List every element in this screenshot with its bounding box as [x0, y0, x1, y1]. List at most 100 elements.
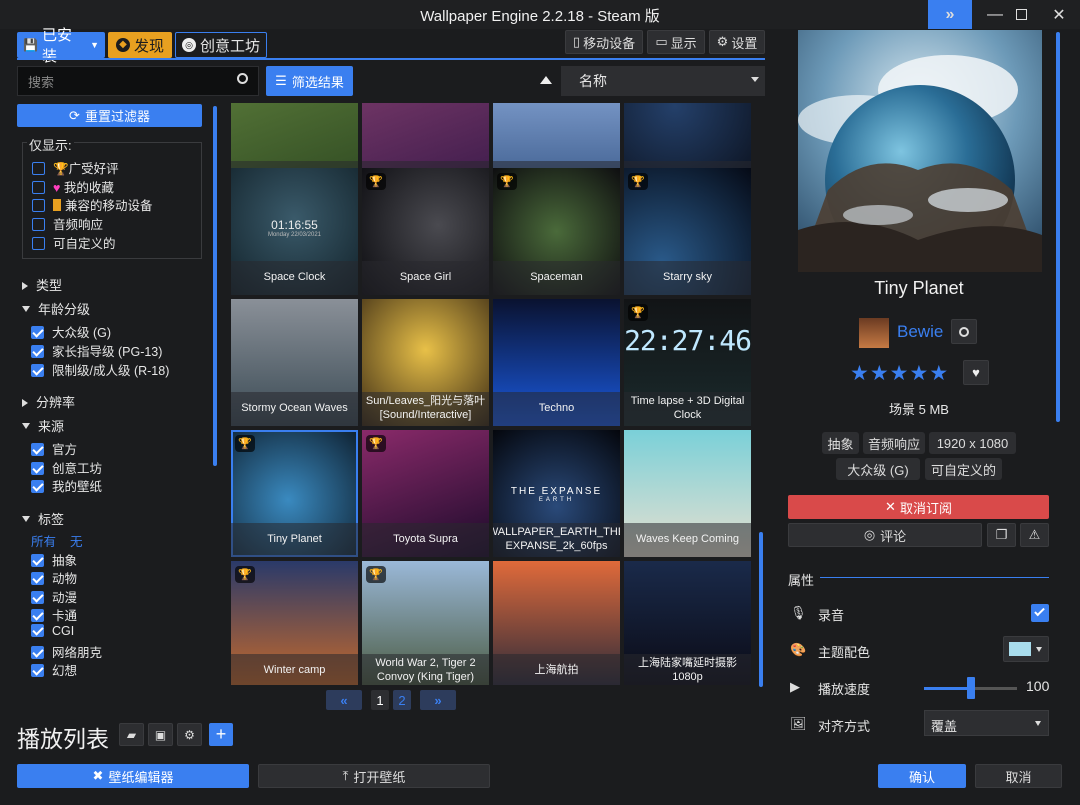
playlist-save-button[interactable]: ▣: [148, 723, 173, 746]
sort-select[interactable]: 名称: [561, 66, 765, 96]
wallpaper-editor-button[interactable]: ✖ 壁纸编辑器: [17, 764, 249, 788]
cancel-button[interactable]: 取消: [975, 764, 1062, 788]
checkbox[interactable]: [31, 646, 44, 659]
filter-mobile-compatible[interactable]: 兼容的移动设备: [32, 195, 153, 214]
checkbox[interactable]: [31, 623, 44, 637]
tags-select-all[interactable]: 所有: [31, 531, 56, 550]
align-select[interactable]: 覆盖: [924, 710, 1049, 736]
wallpaper-tile[interactable]: Stormy Ocean Waves: [231, 299, 358, 426]
wallpaper-tile[interactable]: 🏆 Spaceman: [493, 168, 620, 295]
tab-installed[interactable]: 💾 已安装 ▼: [17, 27, 105, 65]
maximize-button[interactable]: [1000, 0, 1042, 29]
wallpaper-tile[interactable]: 🏆 22:27:46 Time lapse + 3D Digital Clock: [624, 299, 751, 426]
display-button[interactable]: ▭ 显示: [647, 30, 705, 54]
filter-source-workshop[interactable]: 创意工坊: [31, 458, 102, 477]
filter-source-official[interactable]: 官方: [31, 439, 77, 458]
checkbox[interactable]: [32, 199, 45, 212]
wallpaper-tile[interactable]: 🏆 Space Girl: [362, 168, 489, 295]
filter-tag-item[interactable]: 幻想: [31, 660, 77, 679]
detail-scrollbar[interactable]: [1056, 32, 1060, 422]
checkbox[interactable]: [31, 480, 44, 493]
search-input[interactable]: 搜索: [17, 66, 259, 96]
checkbox[interactable]: [31, 345, 44, 358]
section-resolution[interactable]: 分辨率: [22, 392, 75, 411]
filter-audio-responsive[interactable]: 音频响应: [32, 214, 103, 233]
checkbox[interactable]: [31, 326, 44, 339]
checkbox[interactable]: [32, 181, 45, 194]
report-button[interactable]: ⚠: [1020, 523, 1049, 547]
sidebar-scrollbar[interactable]: [213, 106, 217, 466]
tab-workshop[interactable]: ◎ 创意工坊: [175, 32, 267, 58]
filter-results-button[interactable]: ☰ 筛选结果: [266, 66, 353, 96]
sort-ascending-icon[interactable]: [540, 76, 552, 84]
section-type[interactable]: 类型: [22, 275, 62, 294]
wallpaper-tile[interactable]: Sun/Leaves_阳光与落叶 [Sound/Interactive]: [362, 299, 489, 426]
collapse-panel-button[interactable]: »: [928, 0, 972, 29]
filter-top-rated[interactable]: 🏆广受好评: [32, 158, 119, 177]
star-icon[interactable]: ★: [909, 362, 929, 385]
filter-tag-item[interactable]: 动物: [31, 568, 77, 587]
wallpaper-tile[interactable]: 上海航拍: [493, 561, 620, 685]
filter-tag-item[interactable]: 抽象: [31, 550, 77, 569]
settings-button[interactable]: ⚙ 设置: [709, 30, 765, 54]
author-search-button[interactable]: [951, 319, 977, 344]
checkbox[interactable]: [32, 218, 45, 231]
star-icon[interactable]: ★: [870, 362, 890, 385]
wallpaper-tile[interactable]: 🏆 Tiny Planet: [231, 430, 358, 557]
tags-select-none[interactable]: 无: [70, 531, 83, 550]
comment-button[interactable]: ◎ 评论: [788, 523, 982, 547]
star-icon[interactable]: ★: [929, 362, 949, 385]
checkbox[interactable]: [32, 237, 45, 250]
wallpaper-tile[interactable]: 🏆 Winter camp: [231, 561, 358, 685]
wallpaper-tile[interactable]: Techno: [493, 299, 620, 426]
page-1-button[interactable]: 1: [371, 690, 389, 710]
filter-favorites[interactable]: ♥ 我的收藏: [32, 177, 114, 196]
checkbox[interactable]: [31, 609, 44, 623]
next-page-button[interactable]: »: [420, 690, 456, 710]
filter-tag-item[interactable]: 网络朋克: [31, 642, 102, 661]
filter-source-mine[interactable]: 我的壁纸: [31, 476, 102, 495]
star-icon[interactable]: ★: [890, 362, 910, 385]
wallpaper-tile[interactable]: 01:16:55 Monday 22/03/2021 Space Clock: [231, 168, 358, 295]
checkbox[interactable]: [32, 162, 45, 175]
wallpaper-tile[interactable]: THE EXPANSE EARTH WALLPAPER_EARTH_THE EXPA…: [493, 430, 620, 557]
wallpaper-tile[interactable]: 🏆 Toyota Supra: [362, 430, 489, 557]
page-2-button[interactable]: 2: [393, 690, 411, 710]
author-avatar[interactable]: [859, 318, 889, 348]
checkbox[interactable]: [31, 364, 44, 377]
wallpaper-tile[interactable]: 上海陆家嘴延时摄影 1080p: [624, 561, 751, 685]
filter-tag-item[interactable]: 卡通: [31, 605, 77, 624]
record-checkbox[interactable]: [1031, 604, 1049, 622]
checkbox[interactable]: [31, 443, 44, 456]
checkbox[interactable]: [31, 590, 44, 604]
prev-page-button[interactable]: «: [326, 690, 362, 710]
checkbox[interactable]: [31, 664, 44, 678]
checkbox[interactable]: [31, 462, 44, 475]
copy-button[interactable]: ❐: [987, 523, 1016, 547]
filter-age-pg13[interactable]: 家长指导级 (PG-13): [31, 341, 162, 360]
wallpaper-tile[interactable]: 🏆 World War 2, Tiger 2 Convoy (King Tiger…: [362, 561, 489, 685]
favorite-button[interactable]: ♥: [963, 360, 989, 385]
wallpaper-tile[interactable]: 🏆 Starry sky: [624, 168, 751, 295]
checkbox[interactable]: [31, 572, 44, 586]
filter-tag-item[interactable]: CGI: [31, 623, 74, 638]
grid-scrollbar[interactable]: [759, 532, 763, 687]
mobile-devices-button[interactable]: ▯ 移动设备: [565, 30, 643, 54]
filter-age-r18[interactable]: 限制级/成人级 (R-18): [31, 360, 169, 379]
filter-age-g[interactable]: 大众级 (G): [31, 322, 111, 341]
section-source[interactable]: 来源: [22, 416, 64, 435]
filter-tag-item[interactable]: 动漫: [31, 587, 77, 606]
star-icon[interactable]: ★: [850, 362, 870, 385]
author-link[interactable]: Bewie: [897, 322, 943, 342]
theme-color-picker[interactable]: [1003, 636, 1049, 662]
filter-customizable[interactable]: 可自定义的: [32, 233, 116, 252]
playlist-add-button[interactable]: +: [209, 723, 233, 746]
section-age-rating[interactable]: 年龄分级: [22, 299, 90, 318]
section-tags[interactable]: 标签: [22, 509, 64, 528]
ok-button[interactable]: 确认: [878, 764, 966, 788]
playlist-settings-button[interactable]: ⚙: [177, 723, 202, 746]
tab-discover[interactable]: ◆ 发现: [108, 32, 172, 58]
speed-slider-thumb[interactable]: [966, 677, 975, 699]
checkbox[interactable]: [31, 554, 44, 567]
reset-filters-button[interactable]: ⟳ 重置过滤器: [17, 104, 202, 127]
